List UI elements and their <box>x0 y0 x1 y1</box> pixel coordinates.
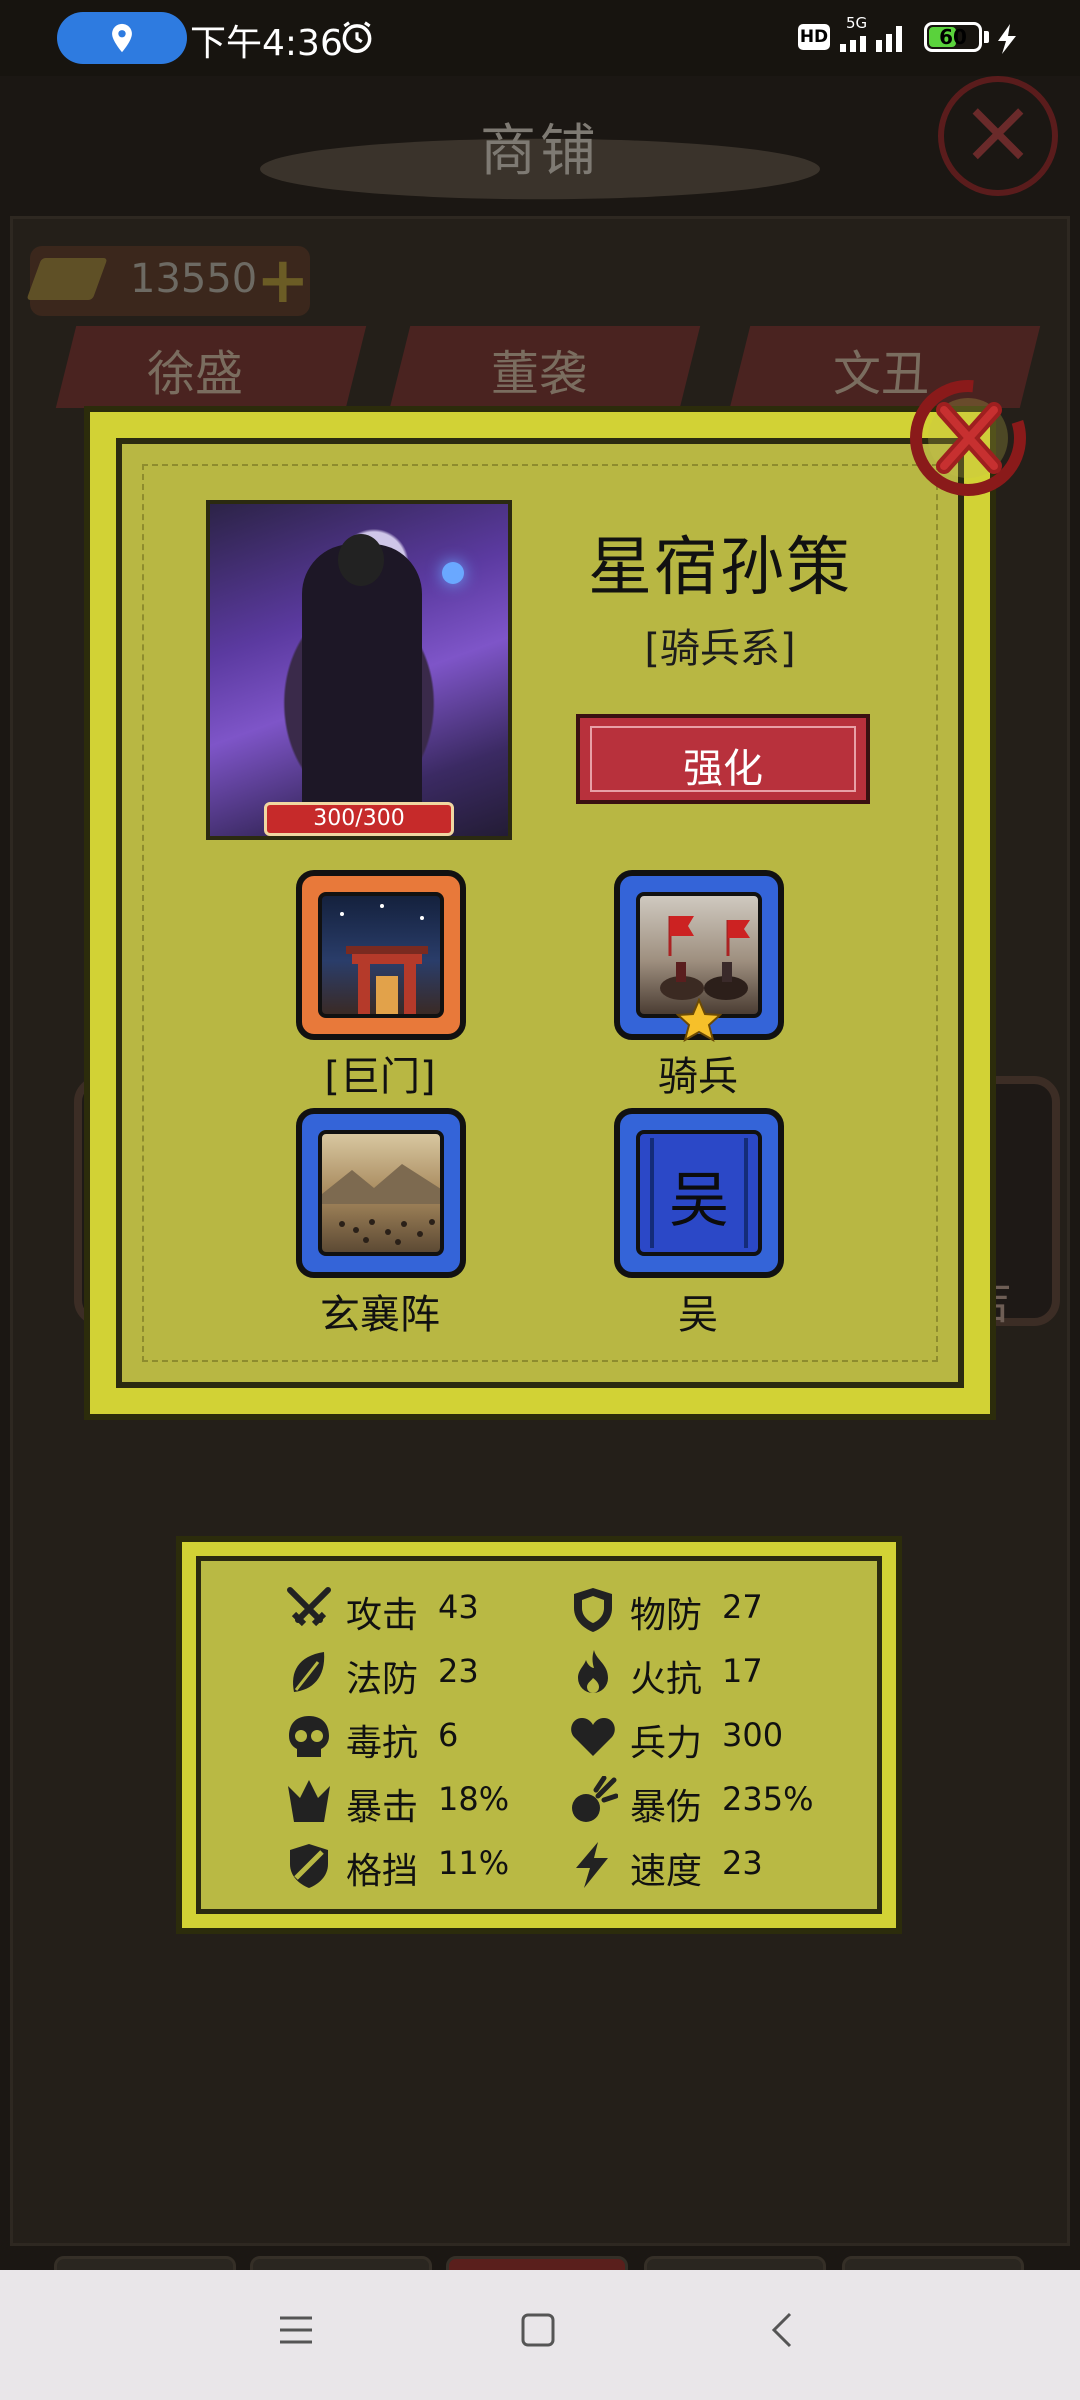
enhance-label: 强化 <box>683 746 763 792</box>
stat-value: 17 <box>722 1652 763 1690</box>
location-icon <box>112 23 132 53</box>
lightning-icon <box>576 1842 608 1888</box>
status-bar: 下午4:36 HD 5G 60 <box>0 0 1080 76</box>
stat-value: 23 <box>438 1652 479 1690</box>
shield-icon <box>574 1588 612 1632</box>
back-icon[interactable] <box>764 2310 804 2350</box>
stat-speed: 速度 23 <box>568 1836 868 1892</box>
signal-icon <box>840 26 902 52</box>
formation-icon <box>322 1164 440 1245</box>
gold-value: 13550 <box>130 256 258 302</box>
stat-label: 速度 <box>630 1851 703 1892</box>
formation-label: 玄襄阵 <box>320 1292 440 1338</box>
stat-crit: 暴击 18% <box>284 1772 544 1828</box>
stat-physical-defense: 物防 27 <box>568 1580 868 1636</box>
hero-tab-1-label: 徐盛 <box>146 346 243 402</box>
troop-label: 骑兵 <box>658 1054 738 1100</box>
stat-label: 法防 <box>346 1659 419 1700</box>
system-nav-bar <box>0 2270 1080 2400</box>
stat-label: 毒抗 <box>346 1723 419 1764</box>
stat-value: 27 <box>722 1588 763 1626</box>
stat-label: 暴伤 <box>630 1787 703 1828</box>
stat-poison-resist: 毒抗 6 <box>284 1708 544 1764</box>
stat-label: 火抗 <box>630 1659 703 1700</box>
stat-value: 18% <box>438 1780 510 1818</box>
hd-icon: HD <box>798 24 830 50</box>
stat-magic-defense: 法防 23 <box>284 1644 544 1700</box>
shop-title: 商铺 <box>480 119 600 184</box>
battery-icon: 60 <box>924 22 982 52</box>
crossed-swords-icon <box>287 1587 331 1627</box>
constellation-slot[interactable] <box>296 870 466 1040</box>
charging-icon <box>998 24 1016 54</box>
constellation-label: [巨门] <box>324 1054 436 1100</box>
stat-value: 43 <box>438 1588 479 1626</box>
stat-troops: 兵力 300 <box>568 1708 868 1764</box>
enhance-button[interactable]: 强化 <box>576 714 870 804</box>
hero-name: 星宿孙策 <box>588 531 852 605</box>
battery-nub <box>984 31 989 43</box>
shield-sword-icon <box>290 1844 328 1888</box>
stat-value: 6 <box>438 1716 459 1754</box>
gate-icon <box>340 904 428 1014</box>
status-time: 下午4:36 <box>190 23 343 64</box>
wu-banner-icon: 吴 <box>650 1138 748 1248</box>
leaf-icon <box>293 1652 325 1692</box>
stat-value: 23 <box>722 1844 763 1882</box>
stat-attack: 攻击 43 <box>284 1580 544 1636</box>
skull-icon <box>289 1716 329 1757</box>
stat-value: 11% <box>438 1844 510 1882</box>
hero-type: [骑兵系] <box>644 626 796 672</box>
stat-label: 攻击 <box>346 1595 419 1636</box>
close-icon[interactable] <box>900 370 1036 506</box>
shop-close-icon[interactable]: × <box>938 76 1058 196</box>
heart-icon <box>571 1718 615 1756</box>
battery-level: 60 <box>939 25 967 49</box>
stat-label: 物防 <box>630 1595 703 1636</box>
stat-block: 格挡 11% <box>284 1836 544 1892</box>
stat-fire-resist: 火抗 17 <box>568 1644 868 1700</box>
menu-icon[interactable] <box>276 2310 316 2350</box>
stat-value: 300 <box>722 1716 784 1754</box>
burst-icon <box>572 1776 618 1822</box>
hero-hp: 300/300 <box>264 802 454 836</box>
add-gold-button[interactable]: + <box>256 244 310 318</box>
stat-label: 格挡 <box>346 1851 419 1892</box>
stat-crit-damage: 暴伤 235% <box>568 1772 868 1828</box>
hero-tab-2-label: 董袭 <box>490 346 587 402</box>
faction-slot[interactable]: 吴 <box>614 1108 784 1278</box>
hero-portrait <box>206 500 512 840</box>
faction-label: 吴 <box>678 1292 718 1338</box>
crown-icon <box>288 1780 330 1822</box>
flame-icon <box>578 1650 608 1693</box>
location-pill[interactable] <box>57 12 187 64</box>
stat-value: 235% <box>722 1780 814 1818</box>
star-icon <box>676 998 722 1042</box>
stat-label: 兵力 <box>630 1723 703 1764</box>
faction-glyph: 吴 <box>669 1166 729 1236</box>
stat-label: 暴击 <box>346 1787 419 1828</box>
formation-slot[interactable] <box>296 1108 466 1278</box>
home-icon[interactable] <box>518 2310 558 2350</box>
alarm-icon <box>342 21 372 53</box>
